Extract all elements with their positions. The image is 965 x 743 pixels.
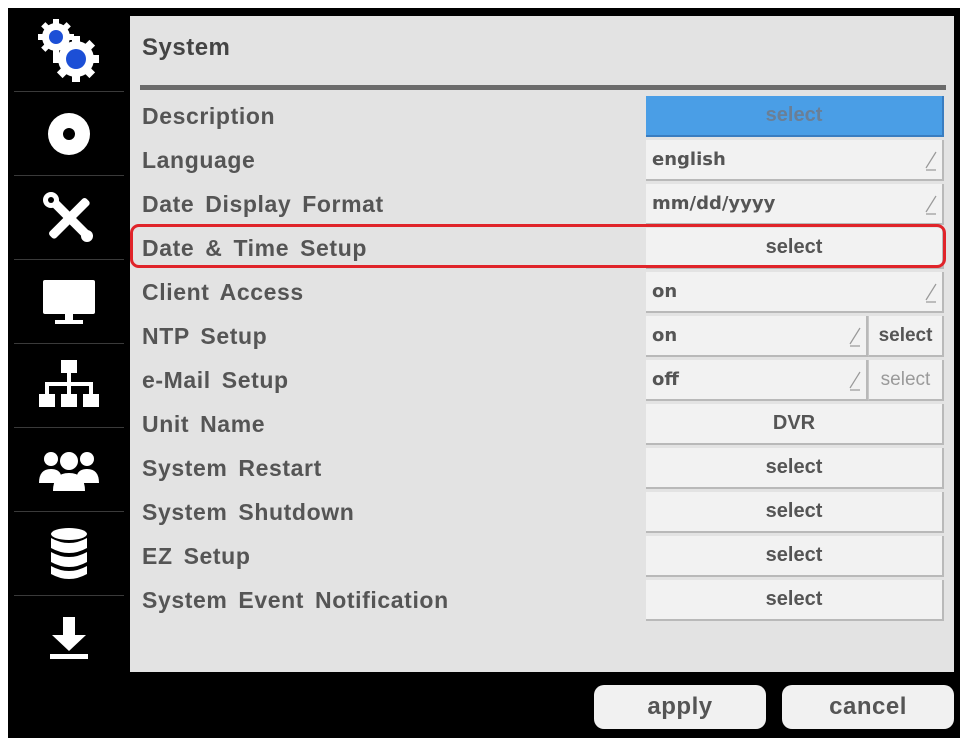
- sidebar-item-display[interactable]: [14, 260, 124, 344]
- row-label: Client Access: [142, 279, 304, 305]
- dropdown-arrow-icon: [925, 195, 937, 215]
- sidebar-item-download[interactable]: [14, 596, 124, 680]
- dvr-setup-window: System Description select Language engli…: [8, 8, 960, 738]
- sidebar: [8, 8, 130, 672]
- users-icon: [39, 451, 99, 491]
- database-icon: [51, 527, 87, 579]
- settings-row: NTP Setup on select: [140, 314, 946, 358]
- page-title: System: [142, 34, 231, 61]
- dropdown-arrow-icon: [925, 151, 937, 171]
- row-label: System Event Notification: [142, 587, 449, 613]
- dropdown-arrow-icon: [849, 371, 861, 391]
- apply-button[interactable]: apply: [594, 685, 766, 729]
- dropdown-value: on: [652, 281, 678, 302]
- dropdown-value: on: [652, 325, 678, 346]
- dropdown-value: off: [652, 369, 679, 390]
- row-label: e-Mail Setup: [142, 367, 289, 393]
- settings-row: System Restart select: [140, 446, 946, 490]
- settings-row: Unit Name DVR: [140, 402, 946, 446]
- row-label: Date & Time Setup: [142, 235, 367, 261]
- dropdown-value: mm/dd/yyyy: [652, 193, 776, 214]
- ntp-select-button[interactable]: select: [868, 316, 944, 357]
- settings-row: System Shutdown select: [140, 490, 946, 534]
- date-time-setup-select-button[interactable]: select: [646, 228, 944, 269]
- settings-row: Description select: [140, 94, 946, 138]
- dropdown-value: english: [652, 149, 726, 170]
- row-label: Unit Name: [142, 411, 266, 437]
- sidebar-item-network[interactable]: [14, 344, 124, 428]
- settings-row: Date Display Format mm/dd/yyyy: [140, 182, 946, 226]
- row-label: EZ Setup: [142, 543, 251, 569]
- sidebar-item-users[interactable]: [14, 428, 124, 512]
- dropdown-arrow-icon: [849, 327, 861, 347]
- email-select-button[interactable]: select: [868, 360, 944, 401]
- system-shutdown-select-button[interactable]: select: [646, 492, 944, 533]
- email-setup-dropdown[interactable]: off: [646, 360, 868, 401]
- sidebar-item-system[interactable]: [14, 8, 124, 92]
- row-label: Date Display Format: [142, 191, 384, 217]
- ez-setup-select-button[interactable]: select: [646, 536, 944, 577]
- system-settings-panel: System Description select Language engli…: [130, 16, 954, 672]
- download-icon: [50, 617, 88, 659]
- network-icon: [39, 359, 99, 407]
- gears-icon: [38, 18, 99, 82]
- row-label: Language: [142, 147, 256, 173]
- unit-name-button[interactable]: DVR: [646, 404, 944, 445]
- sidebar-item-tools[interactable]: [14, 176, 124, 260]
- settings-row: e-Mail Setup off select: [140, 358, 946, 402]
- row-label: System Shutdown: [142, 499, 355, 525]
- settings-row: Language english: [140, 138, 946, 182]
- client-access-dropdown[interactable]: on: [646, 272, 944, 313]
- settings-row: Date & Time Setup select: [140, 226, 946, 270]
- settings-row: System Event Notification select: [140, 578, 946, 622]
- system-restart-select-button[interactable]: select: [646, 448, 944, 489]
- description-select-button[interactable]: select: [646, 96, 944, 137]
- language-dropdown[interactable]: english: [646, 140, 944, 181]
- event-notification-select-button[interactable]: select: [646, 580, 944, 621]
- tools-icon: [43, 191, 93, 242]
- row-label: Description: [142, 103, 276, 129]
- row-label: NTP Setup: [142, 323, 268, 349]
- dropdown-arrow-icon: [925, 283, 937, 303]
- monitor-icon: [43, 279, 95, 324]
- settings-row: Client Access on: [140, 270, 946, 314]
- disc-icon: [48, 112, 90, 155]
- row-label: System Restart: [142, 455, 322, 481]
- date-format-dropdown[interactable]: mm/dd/yyyy: [646, 184, 944, 225]
- sidebar-item-record[interactable]: [14, 92, 124, 176]
- sidebar-item-storage[interactable]: [14, 512, 124, 596]
- title-divider: [140, 85, 946, 90]
- settings-row: EZ Setup select: [140, 534, 946, 578]
- cancel-button[interactable]: cancel: [782, 685, 954, 729]
- ntp-setup-dropdown[interactable]: on: [646, 316, 868, 357]
